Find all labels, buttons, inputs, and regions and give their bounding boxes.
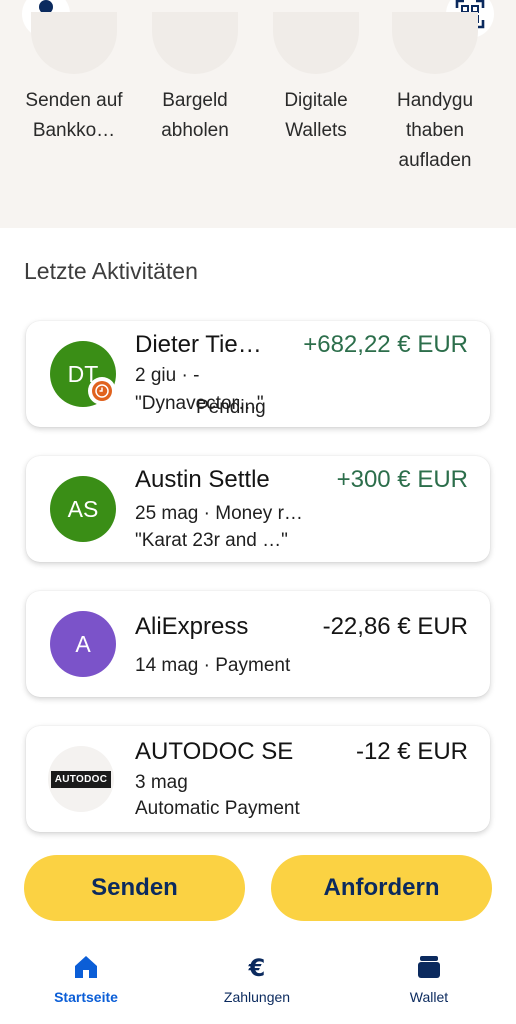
activity-amount: +300 € EUR: [336, 466, 468, 493]
euro-icon: €: [248, 954, 266, 981]
tab-label: Zahlungen: [223, 989, 291, 1005]
activity-amount: -12 € EUR: [355, 738, 468, 765]
activity-amount: -22,86 € EUR: [322, 613, 468, 640]
activity-card-austin[interactable]: AS Austin Settle +300 € EUR 25 mag · Mon…: [26, 456, 490, 562]
autodoc-logo: AUTODOC: [50, 770, 112, 788]
activity-name: Austin Settle: [135, 466, 270, 493]
activity-reference: "Karat 23r and …": [135, 530, 288, 551]
activity-card-dieter[interactable]: DT Dieter Tie… +682,22 € EUR 2 giu · - "…: [26, 321, 490, 427]
wallet-icon: [418, 956, 440, 978]
clock-icon: [95, 384, 109, 398]
quick-actions-area: Senden auf Bankko… Bargeld abholen Digit…: [0, 0, 516, 228]
svg-text:€: €: [248, 954, 266, 981]
activity-amount: +682,22 € EUR: [303, 331, 468, 358]
activity-card-aliexpress[interactable]: A AliExpress -22,86 € EUR 14 mag · Payme…: [26, 591, 490, 697]
activity-name: Dieter Tie…: [135, 331, 262, 358]
avatar: AS: [50, 476, 116, 542]
pending-status-badge: [88, 377, 116, 405]
quick-action-icon-topup[interactable]: [392, 12, 478, 74]
quick-action-send-bank[interactable]: Senden auf Bankko…: [19, 86, 129, 146]
quick-action-digital-wallets[interactable]: Digitale Wallets: [261, 86, 371, 146]
quick-action-mobile-topup[interactable]: Handygu thaben aufladen: [380, 86, 490, 176]
activity-name: AUTODOC SE: [135, 738, 294, 765]
tab-home[interactable]: Startseite: [21, 953, 151, 1005]
activity-date-type: 14 mag · Payment: [135, 655, 291, 676]
activity-name: AliExpress: [135, 613, 249, 640]
avatar: A: [50, 611, 116, 677]
tab-label: Wallet: [409, 989, 449, 1005]
bottom-tab-bar: Startseite € Zahlungen Wallet: [0, 945, 516, 1024]
activity-date-type: 25 mag · Money r…: [135, 503, 303, 524]
activity-date: 3 mag: [135, 772, 188, 793]
tab-wallet[interactable]: Wallet: [364, 953, 494, 1005]
activity-status-text: Pending: [196, 397, 266, 418]
activity-date-type: 2 giu · -: [135, 365, 200, 386]
tab-label: Startseite: [54, 989, 118, 1005]
merchant-logo: AUTODOC: [48, 746, 114, 812]
activity-card-autodoc[interactable]: AUTODOC AUTODOC SE -12 € EUR 3 mag Autom…: [26, 726, 490, 832]
app-screen: Senden auf Bankko… Bargeld abholen Digit…: [0, 0, 516, 1024]
recent-activity-title: Letzte Aktivitäten: [24, 258, 198, 284]
avatar-initials: AS: [67, 495, 99, 522]
tab-payments[interactable]: € Zahlungen: [192, 953, 322, 1005]
quick-action-icon-bank[interactable]: [31, 12, 117, 74]
home-icon: [75, 956, 97, 978]
quick-action-icon-wallets[interactable]: [273, 12, 359, 74]
avatar-initials: A: [75, 630, 91, 657]
activity-type: Automatic Payment: [135, 798, 300, 819]
request-button[interactable]: Anfordern: [271, 855, 492, 921]
send-button[interactable]: Senden: [24, 855, 245, 921]
quick-action-icon-cash[interactable]: [152, 12, 238, 74]
quick-action-cash-pickup[interactable]: Bargeld abholen: [140, 86, 250, 146]
